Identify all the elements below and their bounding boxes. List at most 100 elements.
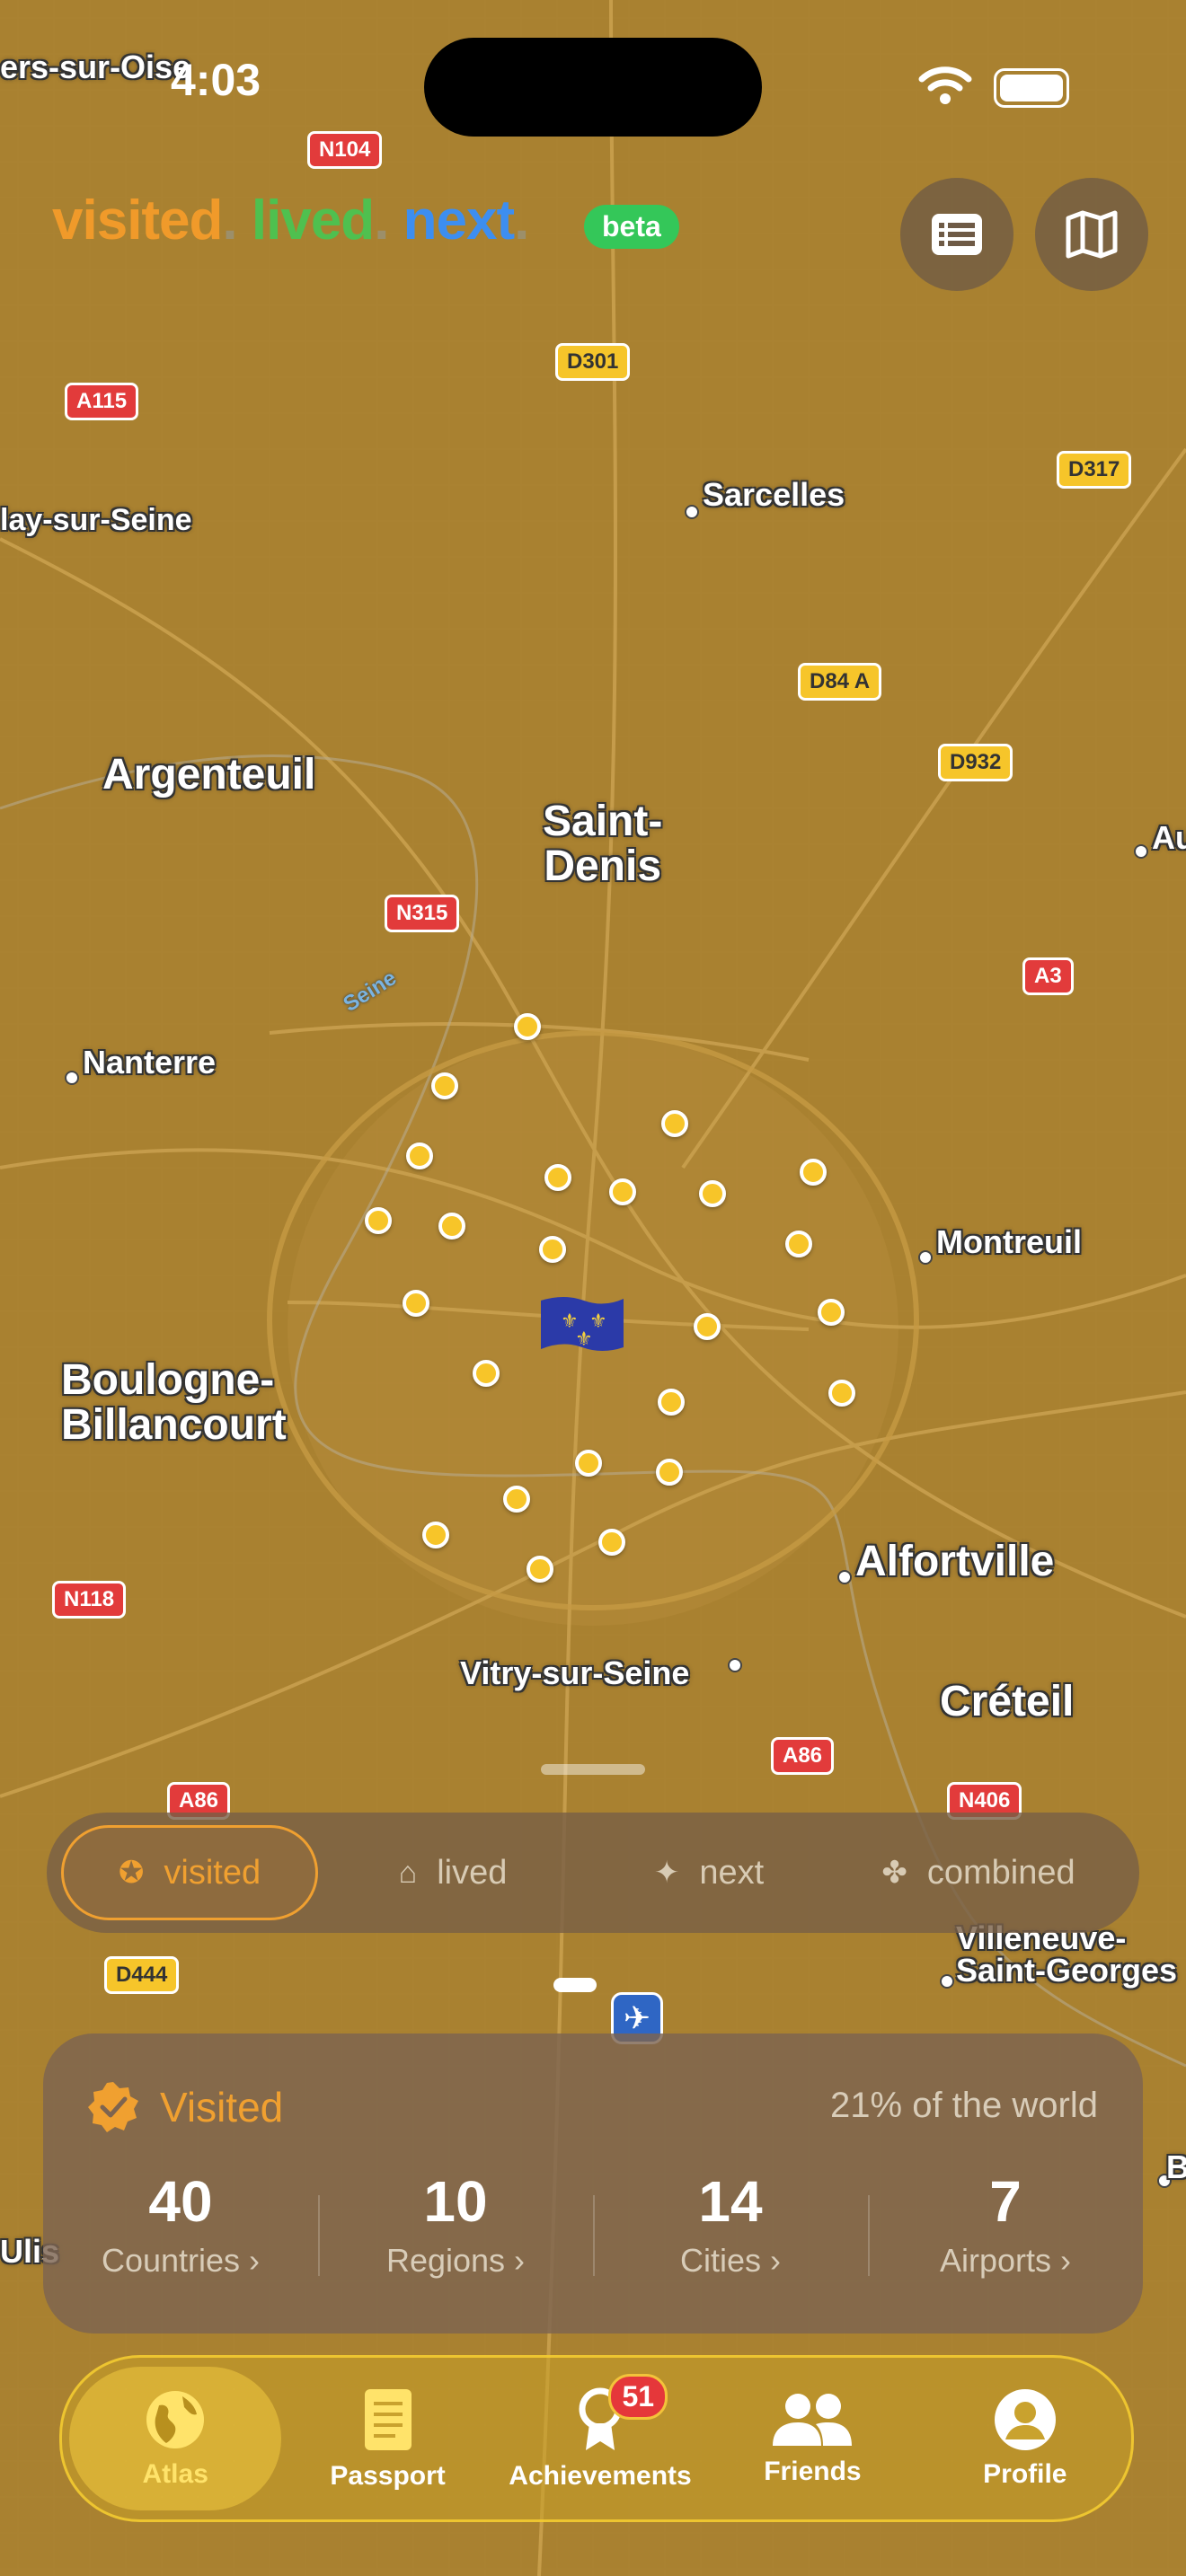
tab-label: Passport: [330, 2461, 446, 2491]
map-pin[interactable]: [785, 1231, 812, 1257]
road-shield: N315: [385, 895, 460, 932]
place-label: Créteil: [940, 1678, 1075, 1725]
road-shield: D301: [555, 343, 631, 381]
place-dot: [685, 505, 699, 519]
place-label: Saint- Denis: [543, 798, 663, 890]
logo-dot: .: [514, 190, 529, 251]
logo-lived: lived: [251, 190, 375, 251]
road-shield: A86: [771, 1737, 835, 1775]
segment-label: combined: [926, 1853, 1075, 1892]
map-pin[interactable]: [575, 1450, 602, 1477]
road-shield: D444: [104, 1956, 180, 1994]
stat-cities[interactable]: 14 Cities ›: [593, 2168, 868, 2280]
friends-icon: [773, 2394, 853, 2446]
map-pin[interactable]: [514, 1013, 541, 1040]
card-header: Visited: [86, 2080, 283, 2134]
passport-icon: [364, 2389, 412, 2450]
place-dot: [1134, 844, 1148, 859]
tab-label: Profile: [983, 2459, 1067, 2489]
place-label: Montreuil: [936, 1223, 1082, 1260]
map-pin[interactable]: [694, 1313, 721, 1340]
world-percent: 21% of the world: [830, 2086, 1098, 2125]
stat-countries[interactable]: 40 Countries ›: [43, 2168, 318, 2280]
map-pin[interactable]: [422, 1522, 449, 1548]
app-logo: visited. lived. next.: [52, 189, 529, 252]
filter-segmented-control: ✪ visited ⌂ lived ✦ next ✤ combined: [47, 1813, 1139, 1933]
dynamic-island: [424, 38, 762, 137]
map-pin[interactable]: [438, 1213, 465, 1239]
stat-value: 14: [698, 2169, 763, 2234]
place-dot: [728, 1658, 742, 1672]
place-dot: [918, 1250, 933, 1265]
map-style-button[interactable]: [1035, 178, 1148, 291]
map-pin[interactable]: [656, 1459, 683, 1486]
map-pin[interactable]: [800, 1159, 827, 1186]
map-pin[interactable]: [527, 1556, 553, 1583]
stat-value: 7: [989, 2169, 1022, 2234]
map-pin[interactable]: [609, 1178, 636, 1205]
map-pin[interactable]: [503, 1486, 530, 1513]
map-pin[interactable]: [828, 1380, 855, 1407]
map-pin[interactable]: [403, 1290, 429, 1317]
place-label: Vitry-sur-Seine: [460, 1654, 690, 1691]
stat-label: Cities ›: [679, 2242, 781, 2279]
place-label: Argenteuil: [102, 751, 316, 798]
wifi-icon: [918, 66, 972, 104]
place-label: Sarcelles: [703, 476, 845, 513]
tab-achievements[interactable]: 51 Achievements: [494, 2367, 706, 2510]
map-pin[interactable]: [544, 1164, 571, 1191]
segment-label: next: [699, 1853, 765, 1892]
map-pin[interactable]: [431, 1072, 458, 1099]
segment-combined[interactable]: ✤ combined: [830, 1828, 1127, 1918]
house-icon: ⌂: [398, 1855, 418, 1890]
map-pin[interactable]: [365, 1207, 392, 1234]
place-label: Boulogne- Billancourt: [61, 1356, 287, 1449]
tab-passport[interactable]: Passport: [281, 2367, 493, 2510]
place-label: Au: [1152, 819, 1186, 856]
beta-badge: beta: [584, 205, 679, 249]
svg-text:⚜: ⚜: [575, 1328, 593, 1351]
map-pin[interactable]: [539, 1236, 566, 1263]
place-label: lay-sur-Seine: [0, 503, 192, 537]
place-label: Alfortville: [855, 1538, 1055, 1585]
segment-label: lived: [437, 1853, 508, 1892]
segment-visited[interactable]: ✪ visited: [61, 1825, 318, 1920]
map-pin[interactable]: [473, 1360, 500, 1387]
card-title: Visited: [160, 2084, 284, 2130]
sheet-handle[interactable]: [553, 1978, 597, 1992]
map-pin[interactable]: [699, 1180, 726, 1207]
visited-stats-card[interactable]: Visited 21% of the world 40 Countries › …: [43, 2033, 1143, 2333]
segment-next[interactable]: ✦ next: [588, 1828, 830, 1918]
globe-icon: [146, 2391, 205, 2448]
sparkle-icon: ✦: [653, 1856, 680, 1890]
stat-value: 10: [423, 2169, 488, 2234]
road-shield: D317: [1057, 451, 1132, 489]
tab-friends[interactable]: Friends: [706, 2367, 918, 2510]
place-label: ers-sur-Oise: [0, 49, 191, 85]
place-dot: [65, 1071, 79, 1085]
map-pin[interactable]: [658, 1389, 685, 1416]
place-label: B: [1166, 2148, 1186, 2185]
map-pin[interactable]: [818, 1299, 845, 1326]
tab-atlas[interactable]: Atlas: [69, 2367, 282, 2510]
road-shield: A3: [1022, 957, 1074, 995]
tab-label: Achievements: [509, 2461, 692, 2491]
map-pin[interactable]: [406, 1142, 433, 1169]
list-icon: [932, 214, 982, 255]
road-shield: A115: [65, 383, 139, 420]
stat-label: Airports ›: [939, 2242, 1072, 2279]
stat-airports[interactable]: 7 Airports ›: [868, 2168, 1143, 2280]
sheet-handle[interactable]: [541, 1764, 645, 1775]
map-pin[interactable]: [661, 1110, 688, 1137]
road-shield: N104: [307, 131, 383, 169]
stat-value: 40: [148, 2169, 213, 2234]
profile-icon: [994, 2389, 1056, 2450]
stat-regions[interactable]: 10 Regions ›: [318, 2168, 593, 2280]
place-label: Nanterre: [83, 1044, 217, 1081]
map-pin[interactable]: [598, 1529, 625, 1556]
region-flag-icon[interactable]: ⚜ ⚜ ⚜: [537, 1293, 627, 1356]
list-view-button[interactable]: [900, 178, 1013, 291]
tab-profile[interactable]: Profile: [919, 2367, 1131, 2510]
stats-row: 40 Countries › 10 Regions › 14 Cities › …: [43, 2168, 1143, 2280]
segment-lived[interactable]: ⌂ lived: [318, 1828, 588, 1918]
